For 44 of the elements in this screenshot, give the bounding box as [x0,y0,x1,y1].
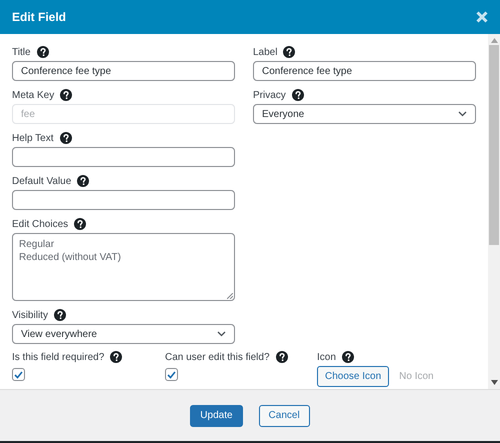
check-icon [14,370,23,378]
field-label: Label [253,46,278,58]
update-button[interactable]: Update [190,404,243,426]
text-field[interactable]: Conference fee type [12,61,235,81]
icon-status: No Icon [399,371,434,382]
cancel-button[interactable]: Cancel [258,404,310,426]
help-icon[interactable] [60,89,72,101]
checkbox[interactable] [165,368,178,381]
chevron-down-icon [217,331,226,337]
field-label: Help Text [12,132,54,144]
help-icon[interactable] [36,46,49,58]
resize-handle-icon[interactable] [227,293,233,299]
checkbox[interactable] [12,368,25,381]
help-icon[interactable] [54,309,66,321]
help-icon[interactable] [110,351,122,363]
field-label: Privacy [253,90,286,100]
field-label: Title [12,46,31,58]
text-area[interactable]: Regular Reduced (without VAT) [12,233,235,301]
field-label: Edit Choices [12,218,68,230]
text-field[interactable] [12,190,235,210]
help-icon[interactable] [342,351,354,363]
help-icon[interactable] [276,351,288,363]
dialog-title: Edit Field [12,10,66,24]
help-icon[interactable] [74,218,86,230]
help-icon[interactable] [60,132,72,144]
close-icon[interactable] [476,11,488,23]
dropdown[interactable]: View everywhere [12,324,235,344]
field-label: Can user edit this field? [165,352,270,362]
dropdown[interactable]: Everyone [253,104,476,124]
help-icon[interactable] [283,46,296,58]
field-label: Meta Key [12,90,54,100]
help-icon[interactable] [77,175,90,187]
field-label: Default Value [12,176,72,186]
chevron-down-icon [458,111,467,117]
text-field[interactable]: Conference fee type [253,61,476,81]
text-field[interactable] [12,147,235,167]
field-label: Is this field required? [12,352,104,362]
choose-icon-button[interactable]: Choose Icon [317,366,390,387]
check-icon [167,370,176,378]
field-label: Visibility [12,310,48,320]
help-icon[interactable] [292,89,304,101]
field-label: Icon [317,352,336,362]
scroll-down-icon[interactable] [490,380,498,385]
scrollbar[interactable] [488,34,500,389]
